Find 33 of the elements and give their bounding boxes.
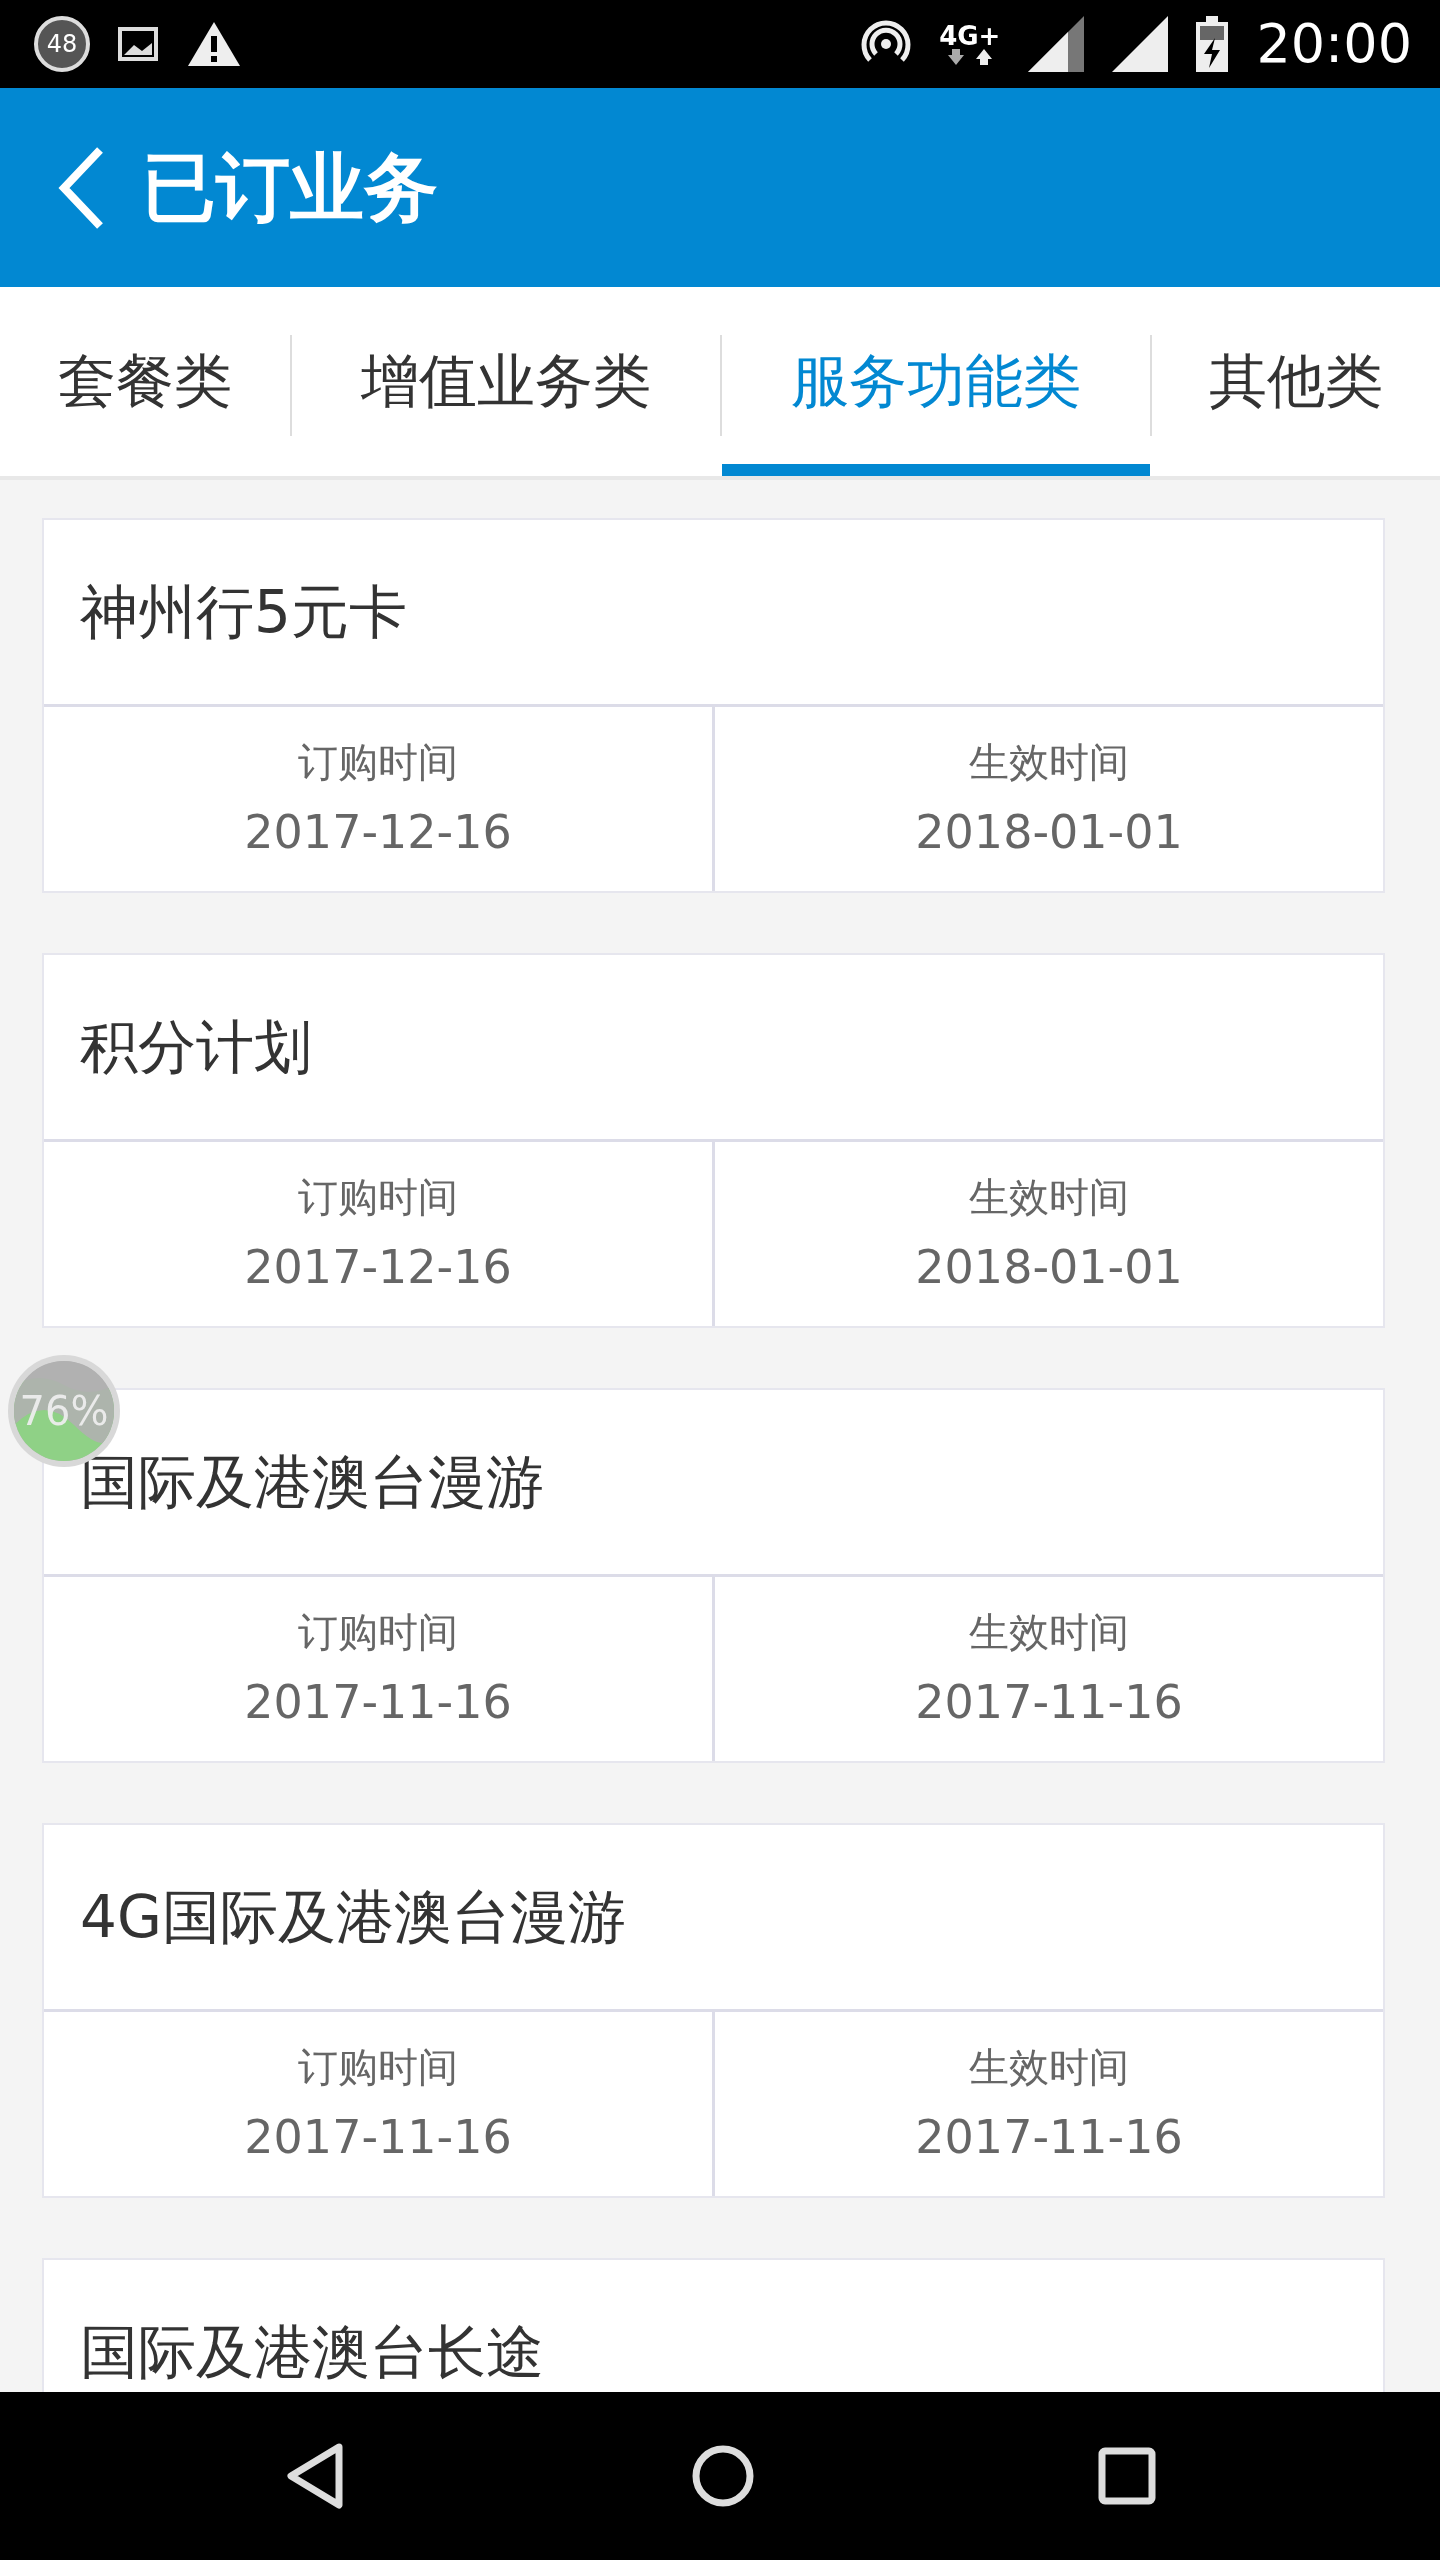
date-label: 订购时间 [298,1607,458,1657]
date-value: 2018-01-01 [915,1238,1183,1296]
date-label: 订购时间 [298,2042,458,2092]
data-arrows-icon [947,49,992,65]
date-label: 生效时间 [969,1172,1129,1222]
date-value: 2017-11-16 [244,1673,512,1731]
date-value: 2017-11-16 [244,2108,512,2166]
notification-count: 48 [34,16,90,72]
home-icon[interactable] [690,2444,755,2508]
date-label: 生效时间 [969,1607,1129,1657]
date-value: 2018-01-01 [915,803,1183,861]
service-name: 积分计划 [80,1011,312,1083]
page-title: 已订业务 [142,143,438,232]
date-value: 2017-11-16 [915,1673,1183,1731]
clock-time: 20:00 [1256,17,1412,71]
date-value: 2017-11-16 [915,2108,1183,2166]
network-type: 4G+ [939,23,1001,49]
image-icon [118,27,158,61]
date-label: 生效时间 [969,737,1129,787]
date-value: 2017-12-16 [244,1238,512,1296]
service-name: 神州行5元卡 [80,576,407,648]
signal-icon [1112,16,1169,72]
service-name: 4G国际及港澳台漫游 [80,1881,626,1953]
date-label: 生效时间 [969,2042,1129,2092]
warning-icon [186,20,242,68]
date-label: 订购时间 [298,1172,458,1222]
recent-apps-icon[interactable] [1098,2447,1156,2505]
memory-reading: 76% [18,1387,110,1436]
date-value: 2017-12-16 [244,803,512,861]
service-name: 国际及港澳台长途 [80,2316,544,2388]
signal-icon [1028,16,1085,72]
charging-battery-icon [1196,16,1229,72]
date-label: 订购时间 [298,737,458,787]
